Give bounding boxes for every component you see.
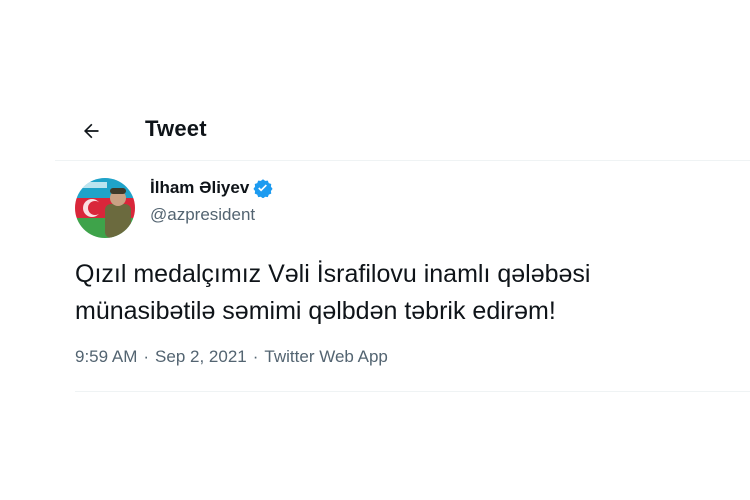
tweet-time[interactable]: 9:59 AM (75, 347, 137, 367)
tweet-metadata: 9:59 AM · Sep 2, 2021 · Twitter Web App (75, 347, 388, 367)
verified-badge-icon (253, 178, 273, 198)
meta-divider (75, 391, 750, 392)
tweet-text: Qızıl medalçımız Vəli İsrafilovu inamlı … (75, 256, 725, 330)
page-title: Tweet (145, 116, 207, 141)
author-name[interactable]: İlham Əliyev (150, 178, 249, 198)
meta-separator: · (143, 347, 150, 366)
back-arrow-icon (84, 123, 99, 139)
author-name-row: İlham Əliyev (150, 178, 273, 198)
author-handle[interactable]: @azpresident (150, 205, 255, 225)
avatar-image (75, 178, 135, 238)
tweet-source[interactable]: Twitter Web App (264, 347, 387, 367)
tweet-text-line: münasibətilə səmimi qəlbdən təbrik edirə… (75, 297, 556, 325)
meta-separator: · (252, 347, 259, 366)
tweet-text-line: Qızıl medalçımız Vəli İsrafilovu inamlı … (75, 260, 591, 288)
tweet-date[interactable]: Sep 2, 2021 (155, 347, 247, 367)
header-divider (55, 160, 750, 161)
back-button[interactable] (74, 114, 108, 148)
avatar[interactable] (75, 178, 135, 238)
page-header: Tweet (0, 100, 750, 160)
